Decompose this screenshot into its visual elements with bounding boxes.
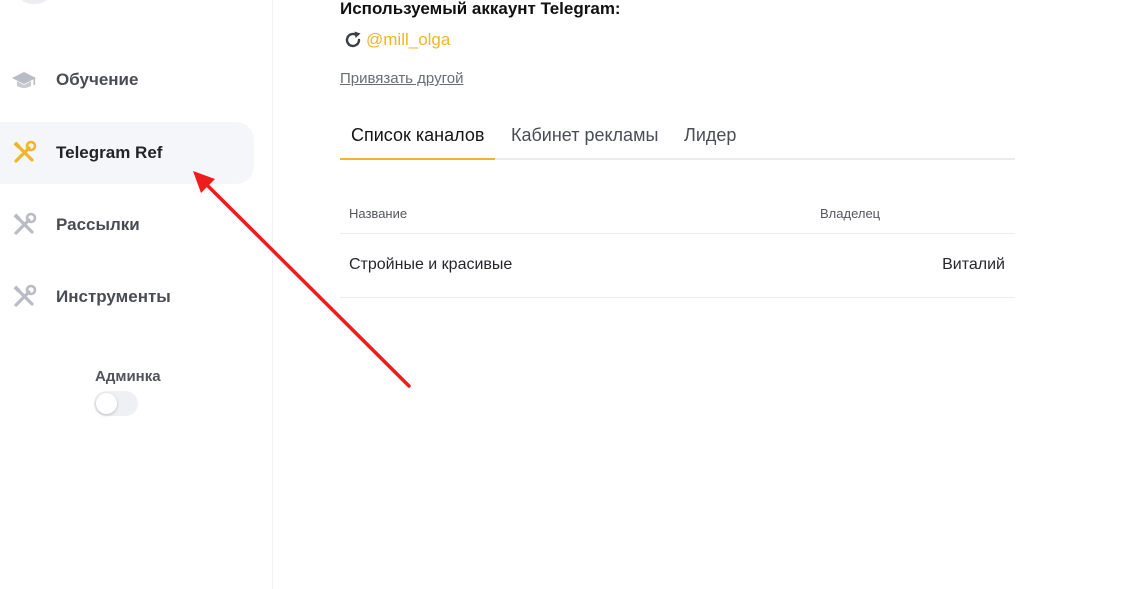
graduation-cap-icon — [11, 67, 37, 93]
sidebar-item-label: Обучение — [56, 70, 139, 89]
account-row: @mill_olga — [342, 29, 450, 51]
sidebar-item-label: Рассылки — [56, 215, 140, 234]
account-title: Используемый аккаунт Telegram: — [340, 0, 621, 18]
column-header-owner: Владелец — [820, 206, 881, 221]
sidebar-item-telegram-ref[interactable]: Telegram Ref — [0, 122, 254, 184]
refresh-icon[interactable] — [342, 29, 364, 51]
sidebar: Обучение Telegram Ref Рассылки Инструмен… — [0, 0, 273, 589]
cell-channel-name: Стройные и красивые — [349, 256, 513, 273]
tools-icon — [11, 212, 37, 238]
admin-toggle[interactable] — [94, 391, 138, 416]
channels-table: Название Владелец Стройные и красивые Ви… — [340, 190, 1015, 298]
tools-icon — [11, 140, 37, 166]
table-header: Название Владелец — [340, 190, 1015, 234]
sidebar-item-obuchenie[interactable]: Обучение — [0, 49, 254, 111]
tab-channel-list[interactable]: Список каналов — [340, 114, 496, 160]
table-row[interactable]: Стройные и красивые Виталий — [340, 234, 1015, 298]
user-info-fragment — [64, 0, 160, 4]
column-header-name: Название — [349, 206, 408, 221]
toggle-knob — [96, 393, 117, 414]
admin-label: Админка — [95, 368, 161, 385]
tools-icon — [11, 284, 37, 310]
sidebar-item-instrumenty[interactable]: Инструменты — [0, 266, 254, 328]
sidebar-item-rassylki[interactable]: Рассылки — [0, 194, 254, 256]
cell-owner: Виталий — [942, 256, 1005, 273]
sidebar-item-label: Telegram Ref — [56, 143, 163, 162]
account-handle[interactable]: @mill_olga — [366, 30, 450, 50]
sidebar-item-label: Инструменты — [56, 287, 171, 306]
tabs: Список каналов Кабинет рекламы Лидер — [340, 114, 1015, 160]
tab-ad-cabinet[interactable]: Кабинет рекламы — [511, 114, 658, 158]
avatar[interactable] — [16, 0, 52, 4]
tab-leader[interactable]: Лидер — [684, 114, 736, 158]
link-other-account[interactable]: Привязать другой — [340, 70, 463, 87]
